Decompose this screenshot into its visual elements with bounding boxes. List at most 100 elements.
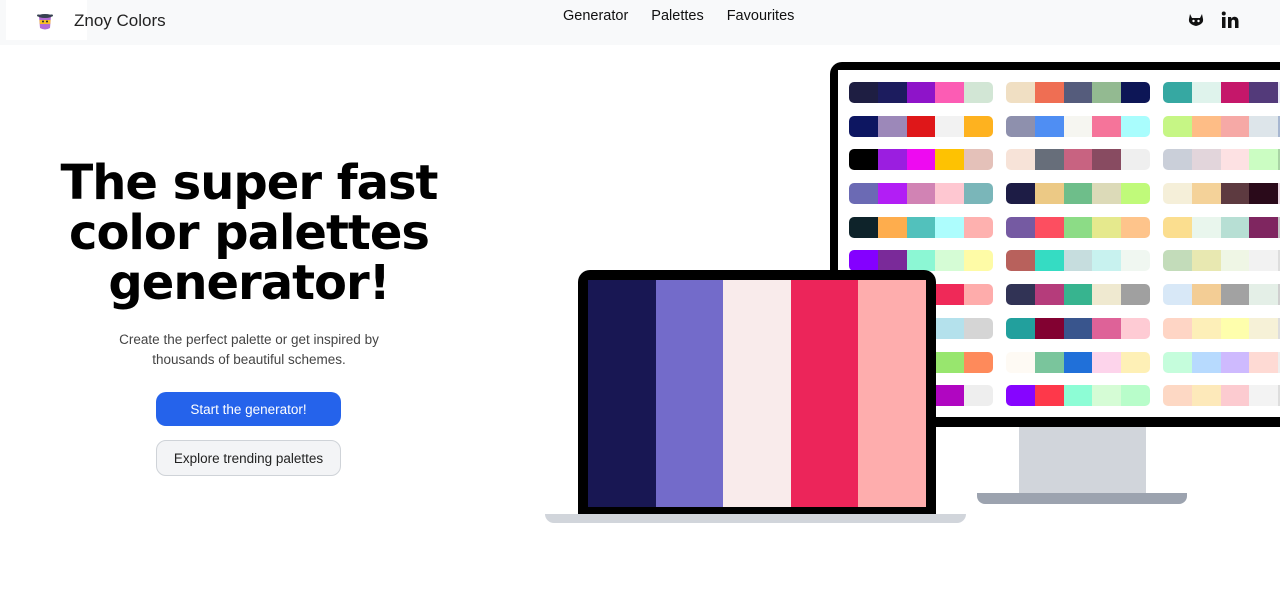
laptop-swatch (790, 280, 859, 507)
palette-swatch (1220, 82, 1250, 103)
palette-swatch (877, 216, 907, 238)
palette-swatch (849, 183, 878, 205)
nav-favourites[interactable]: Favourites (727, 8, 795, 24)
palette-swatch (1063, 284, 1093, 306)
palette-swatch (964, 82, 993, 103)
nav-palettes[interactable]: Palettes (651, 8, 703, 24)
palette-swatch (849, 216, 878, 238)
palette-swatch (1034, 351, 1064, 373)
palette-swatch (964, 385, 993, 407)
palette-swatch (877, 82, 907, 103)
palette-swatch (1191, 284, 1221, 306)
palette-swatch (964, 183, 993, 205)
palette-swatch (1006, 317, 1035, 339)
palette-column (1163, 82, 1280, 417)
laptop-swatch (858, 280, 926, 507)
palette-swatch (906, 82, 936, 103)
palette-strip (1163, 115, 1280, 137)
palette-swatch (1034, 115, 1064, 137)
nav-generator[interactable]: Generator (563, 8, 628, 24)
palette-strip (1163, 317, 1280, 339)
palette-swatch (1063, 385, 1093, 407)
hero-subtitle-line: Create the perfect palette or get inspir… (119, 332, 379, 347)
palette-swatch (906, 183, 936, 205)
palette-column (1006, 82, 1150, 417)
palette-swatch (877, 115, 907, 137)
palette-swatch (1220, 149, 1250, 171)
palette-swatch (1249, 284, 1279, 306)
palette-swatch (1163, 385, 1192, 407)
palette-swatch (1191, 183, 1221, 205)
palette-swatch (935, 216, 965, 238)
palette-swatch (964, 250, 993, 272)
palette-swatch (1121, 317, 1150, 339)
palette-swatch (1092, 385, 1122, 407)
palette-strip (1006, 149, 1150, 171)
palette-swatch (1220, 284, 1250, 306)
palette-swatch (849, 115, 878, 137)
brand-link[interactable]: Znoy Colors (6, 0, 166, 40)
laptop-swatch (588, 280, 656, 507)
palette-swatch (1220, 385, 1250, 407)
palette-swatch (906, 216, 936, 238)
palette-swatch (1249, 216, 1279, 238)
palette-swatch (1163, 149, 1192, 171)
palette-swatch (1006, 216, 1035, 238)
top-navbar: Znoy Colors Generator Palettes Favourite… (0, 0, 1280, 45)
explore-trending-button[interactable]: Explore trending palettes (156, 440, 341, 476)
palette-swatch (1191, 82, 1221, 103)
palette-swatch (964, 149, 993, 171)
palette-swatch (935, 115, 965, 137)
palette-swatch (906, 250, 936, 272)
palette-swatch (935, 183, 965, 205)
palette-swatch (1249, 82, 1279, 103)
palette-swatch (1220, 115, 1250, 137)
palette-strip (1006, 115, 1150, 137)
hero-subtitle: Create the perfect palette or get inspir… (100, 330, 398, 370)
palette-swatch (1220, 351, 1250, 373)
palette-swatch (1163, 284, 1192, 306)
palette-swatch (1163, 216, 1192, 238)
palette-swatch (1191, 317, 1221, 339)
palette-swatch (1121, 115, 1150, 137)
palette-strip (1163, 183, 1280, 205)
pot-icon (36, 11, 54, 31)
palette-swatch (935, 351, 965, 373)
laptop-swatch (723, 280, 791, 507)
palette-strip (1006, 317, 1150, 339)
palette-swatch (1163, 183, 1192, 205)
palette-swatch (1220, 216, 1250, 238)
palette-swatch (1249, 183, 1279, 205)
start-generator-button[interactable]: Start the generator! (156, 392, 341, 426)
palette-swatch (1034, 250, 1064, 272)
palette-strip (1006, 216, 1150, 238)
palette-swatch (849, 250, 878, 272)
laptop-screen-palette (588, 280, 926, 507)
palette-strip (1006, 351, 1150, 373)
palette-swatch (1092, 317, 1122, 339)
monitor-stand-base (977, 493, 1187, 504)
palette-swatch (1121, 183, 1150, 205)
palette-swatch (1191, 385, 1221, 407)
palette-strip (849, 216, 993, 238)
palette-swatch (1063, 317, 1093, 339)
monitor-stand-neck (1019, 427, 1146, 494)
linkedin-icon[interactable] (1220, 10, 1240, 30)
palette-swatch (935, 284, 965, 306)
palette-swatch (1092, 250, 1122, 272)
palette-swatch (1092, 216, 1122, 238)
palette-swatch (1249, 317, 1279, 339)
palette-swatch (935, 385, 965, 407)
palette-swatch (1249, 115, 1279, 137)
github-icon[interactable] (1186, 10, 1206, 30)
palette-swatch (1121, 351, 1150, 373)
palette-swatch (1034, 385, 1064, 407)
palette-swatch (1006, 149, 1035, 171)
palette-swatch (1121, 216, 1150, 238)
palette-swatch (1006, 82, 1035, 103)
palette-swatch (877, 250, 907, 272)
palette-swatch (906, 115, 936, 137)
brand-name: Znoy Colors (74, 11, 166, 30)
palette-swatch (935, 149, 965, 171)
palette-strip (1006, 250, 1150, 272)
